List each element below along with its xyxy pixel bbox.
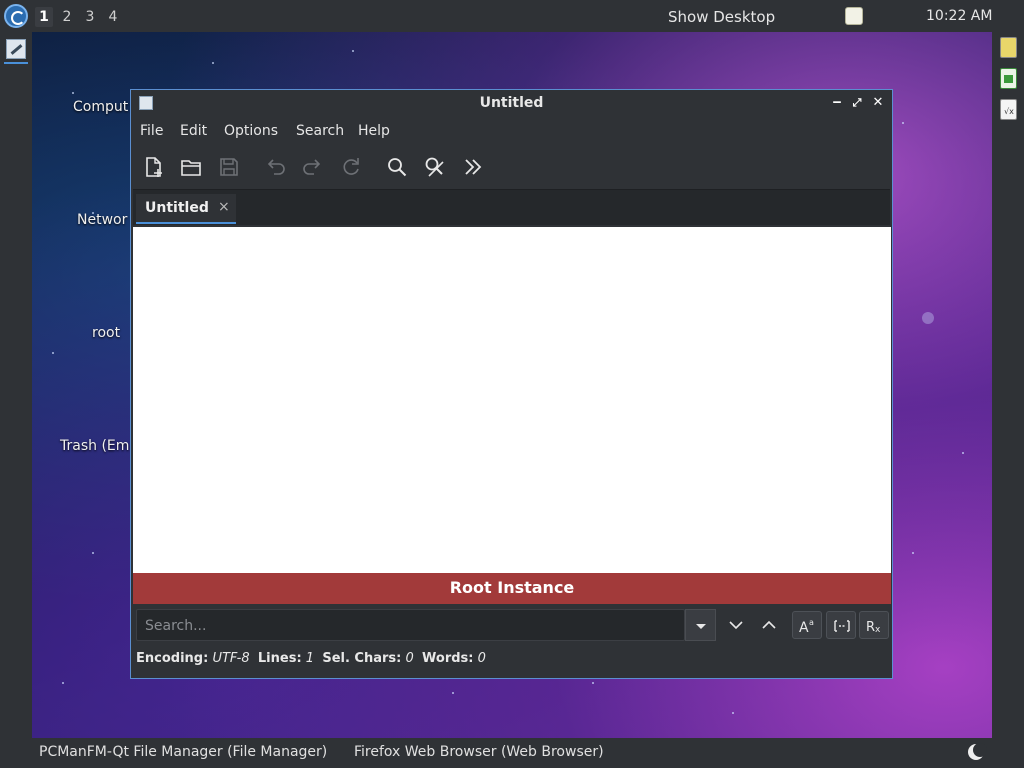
- match-case-icon[interactable]: Aa: [792, 611, 822, 639]
- search-input[interactable]: [145, 615, 675, 637]
- reload-icon[interactable]: [336, 152, 366, 182]
- desktop-icon-root[interactable]: root: [92, 325, 120, 341]
- lines-label: Lines:: [257, 651, 302, 666]
- menu-edit[interactable]: Edit: [180, 123, 207, 139]
- open-folder-icon[interactable]: [176, 152, 206, 182]
- spreadsheet-file-icon[interactable]: [1000, 68, 1017, 89]
- desktop-icon-computer[interactable]: Comput: [73, 99, 128, 115]
- desktop-icon-network[interactable]: Networ: [77, 212, 127, 228]
- workspace-3[interactable]: 3: [81, 7, 99, 27]
- qt-file-icon[interactable]: [1000, 37, 1017, 58]
- menu-options[interactable]: Options: [224, 123, 278, 139]
- night-mode-icon[interactable]: [968, 743, 987, 760]
- svg-text:x: x: [875, 625, 881, 635]
- words-label: Words:: [422, 651, 474, 666]
- search-bar: Aa Rx: [131, 607, 892, 643]
- workspace-1[interactable]: 1: [35, 7, 53, 27]
- more-icon[interactable]: [458, 152, 488, 182]
- show-desktop-button[interactable]: Show Desktop: [668, 8, 775, 26]
- close-icon[interactable]: ✕: [870, 95, 886, 111]
- new-document-icon[interactable]: [138, 152, 168, 182]
- task-firefox[interactable]: Firefox Web Browser (Web Browser): [354, 744, 604, 760]
- tab-untitled[interactable]: Untitled ×: [136, 194, 236, 224]
- search-history-dropdown[interactable]: [685, 609, 716, 641]
- find-previous-icon[interactable]: [754, 611, 784, 639]
- top-panel: 1 2 3 4 Show Desktop 10:22 AM: [0, 0, 1024, 32]
- search-field[interactable]: [136, 609, 685, 641]
- right-panel: √x: [992, 32, 1024, 738]
- active-indicator: [4, 62, 28, 64]
- maximize-icon[interactable]: ⤢: [849, 95, 865, 111]
- find-replace-icon[interactable]: [420, 152, 450, 182]
- encoding-label: Encoding:: [136, 651, 209, 666]
- whole-word-icon[interactable]: [826, 611, 856, 639]
- sel-chars-value: 0: [405, 651, 414, 666]
- sel-chars-label: Sel. Chars:: [322, 651, 402, 666]
- formula-file-icon[interactable]: √x: [1000, 99, 1017, 120]
- window-title: Untitled: [479, 95, 544, 111]
- bottom-taskbar: PCManFM-Qt File Manager (File Manager) F…: [0, 738, 1024, 768]
- clock[interactable]: 10:22 AM: [926, 8, 992, 24]
- notes-tray-icon[interactable]: [845, 7, 863, 25]
- regex-icon[interactable]: Rx: [859, 611, 889, 639]
- workspace-4[interactable]: 4: [104, 7, 122, 27]
- start-menu-icon[interactable]: [4, 4, 28, 28]
- find-next-icon[interactable]: [721, 611, 751, 639]
- menu-file[interactable]: File: [140, 123, 163, 139]
- tab-bar: Untitled ×: [133, 189, 890, 225]
- minimize-icon[interactable]: ‒: [829, 95, 845, 111]
- lines-value: 1: [305, 651, 315, 666]
- svg-text:a: a: [809, 618, 814, 627]
- desktop-icon-trash[interactable]: Trash (Em: [60, 438, 129, 454]
- text-editor-window: Untitled ‒ ⤢ ✕ File Edit Options Search …: [130, 89, 893, 679]
- toolbar: [131, 148, 892, 186]
- text-editor-area[interactable]: [133, 227, 891, 573]
- tab-close-icon[interactable]: ×: [218, 199, 230, 215]
- find-icon[interactable]: [382, 152, 412, 182]
- root-instance-banner: Root Instance: [133, 573, 891, 604]
- title-bar[interactable]: Untitled ‒ ⤢ ✕: [131, 90, 892, 117]
- tab-label: Untitled: [145, 200, 209, 216]
- menu-help[interactable]: Help: [358, 123, 390, 139]
- workspace-2[interactable]: 2: [58, 7, 76, 27]
- root-instance-label: Root Instance: [449, 578, 575, 597]
- encoding-value: UTF-8: [212, 651, 250, 666]
- words-value: 0: [477, 651, 486, 666]
- task-file-manager[interactable]: PCManFM-Qt File Manager (File Manager): [39, 744, 327, 760]
- status-bar: Encoding: UTF-8 Lines: 1 Sel. Chars: 0 W…: [136, 651, 486, 666]
- svg-text:A: A: [799, 620, 809, 636]
- text-editor-launcher-icon[interactable]: [6, 39, 26, 59]
- svg-text:R: R: [866, 620, 875, 635]
- left-panel: [0, 32, 32, 738]
- menu-search[interactable]: Search: [296, 123, 344, 139]
- undo-icon[interactable]: [260, 152, 290, 182]
- save-icon[interactable]: [214, 152, 244, 182]
- menu-bar: File Edit Options Search Help: [131, 119, 892, 145]
- redo-icon[interactable]: [298, 152, 328, 182]
